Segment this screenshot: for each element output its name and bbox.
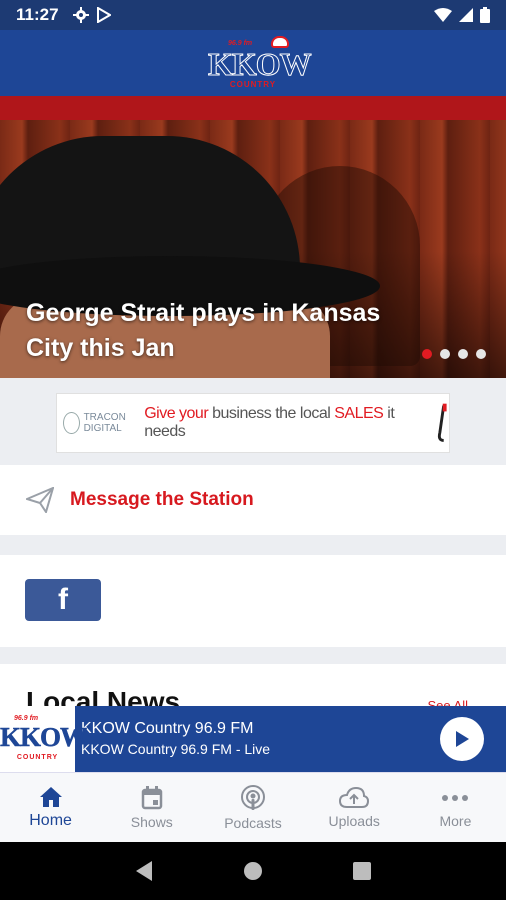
now-playing-artwork: 96.9 fm KKOW COUNTRY bbox=[0, 706, 87, 772]
golf-club-icon bbox=[438, 403, 448, 442]
carousel-dot[interactable] bbox=[458, 349, 468, 359]
nav-more[interactable]: More bbox=[405, 773, 506, 842]
target-icon bbox=[63, 412, 80, 434]
more-icon bbox=[442, 794, 469, 801]
wifi-icon bbox=[434, 8, 452, 22]
cloud-upload-icon bbox=[339, 786, 370, 808]
hero-title[interactable]: George Strait plays in Kansas City this … bbox=[26, 296, 406, 366]
home-button-icon[interactable] bbox=[242, 860, 264, 882]
ad-brand: TRACON DIGITAL bbox=[57, 412, 144, 434]
recents-icon[interactable] bbox=[352, 861, 372, 881]
now-playing-bar[interactable]: 96.9 fm KKOW COUNTRY KKOW Country 96.9 F… bbox=[0, 706, 506, 772]
podcast-icon bbox=[241, 784, 265, 810]
now-playing-title: KKOW Country 96.9 FM bbox=[81, 720, 254, 737]
now-playing-subtitle: KKOW Country 96.9 FM - Live bbox=[81, 741, 271, 757]
back-icon[interactable] bbox=[134, 860, 154, 882]
message-label: Message the Station bbox=[70, 489, 254, 510]
bottom-nav: Home Shows Podcasts Uploads More bbox=[0, 772, 506, 842]
status-time: 11:27 bbox=[16, 5, 59, 24]
carousel-indicator[interactable] bbox=[422, 349, 486, 359]
send-icon bbox=[26, 487, 54, 513]
play-button[interactable] bbox=[440, 717, 484, 761]
nav-uploads[interactable]: Uploads bbox=[304, 773, 405, 842]
carousel-dot[interactable] bbox=[422, 349, 432, 359]
carousel-dot[interactable] bbox=[476, 349, 486, 359]
play-store-icon bbox=[96, 7, 111, 23]
station-logo[interactable]: 96.9 fm KKOW COUNTRY bbox=[208, 34, 312, 92]
signal-icon bbox=[459, 8, 473, 22]
message-station-button[interactable]: Message the Station bbox=[0, 465, 506, 535]
facebook-button[interactable]: f bbox=[25, 579, 101, 621]
social-card: f bbox=[0, 555, 506, 647]
nav-home[interactable]: Home bbox=[0, 773, 101, 842]
nav-shows[interactable]: Shows bbox=[101, 773, 202, 842]
system-nav-bar bbox=[0, 842, 506, 900]
status-bar: 11:27 bbox=[0, 0, 506, 30]
settings-icon bbox=[72, 7, 89, 23]
ad-text: Give your business the local SALES it ne… bbox=[144, 405, 395, 440]
home-icon bbox=[39, 786, 62, 807]
calendar-icon bbox=[141, 785, 163, 809]
nav-podcasts[interactable]: Podcasts bbox=[202, 773, 303, 842]
battery-icon bbox=[480, 7, 490, 23]
facebook-icon: f bbox=[58, 583, 68, 616]
app-header: 96.9 fm KKOW COUNTRY bbox=[0, 30, 506, 96]
play-icon bbox=[456, 731, 469, 747]
carousel-dot[interactable] bbox=[440, 349, 450, 359]
ad-banner[interactable]: TRACON DIGITAL Give your business the lo… bbox=[56, 393, 450, 453]
hero-carousel[interactable]: George Strait plays in Kansas City this … bbox=[0, 96, 506, 378]
